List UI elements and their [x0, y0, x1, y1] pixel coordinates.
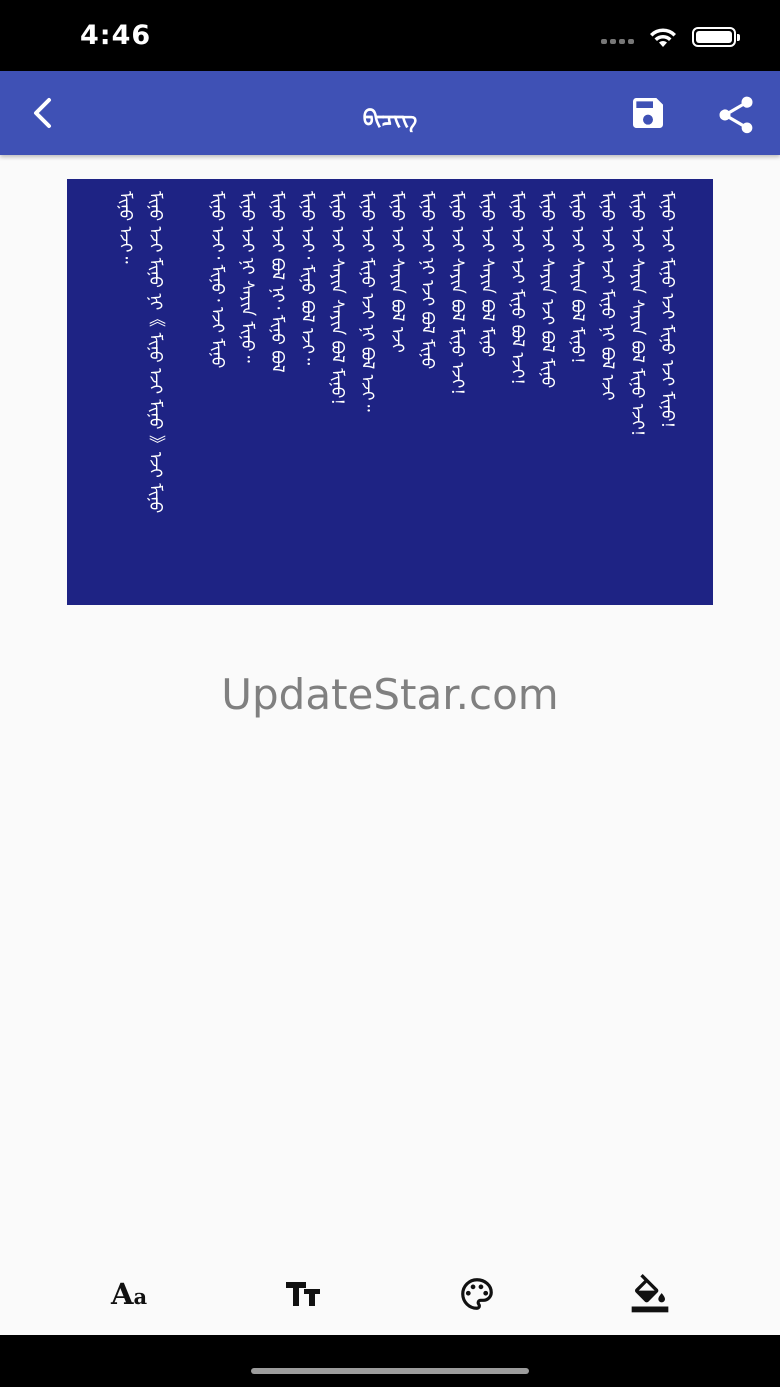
save-button[interactable] — [628, 93, 668, 133]
save-icon — [633, 98, 663, 128]
text-line: ᠮᠢᠨᠤ ᠡᠵᠢ ᠰᠠᠶᠢᠨ ᠪᠣᠯ ᠮᠢᠨᠤ ᠡᠵᠢ! — [447, 191, 467, 396]
app-bar: ᠪᠢᠴᠢᠭ᠌ — [0, 71, 780, 155]
fill-color-icon — [631, 1274, 669, 1313]
text-line: ᠮᠢᠨᠤ ᠡᠵᠢ ᠨᠢ ᠡᠵᠢ ᠪᠣᠯ ᠮᠢᠨᠤ — [417, 191, 437, 370]
text-line: ᠮᠢᠨᠤ ᠡᠵᠢ ᠡᠵᠢ ᠮᠢᠨᠤ ᠪᠣᠯ ᠡᠵᠢ! — [507, 191, 527, 386]
text-line: ᠮᠢᠨᠤ ᠡᠵᠢ᠂ ᠮᠢᠨᠤ᠂ ᠡᠵᠢ ᠮᠢᠨᠤ — [207, 191, 227, 369]
text-line: ᠮᠢᠨᠤ ᠡᠵᠢ ᠰᠠᠶᠢᠨ ᠪᠣᠯ ᠮᠢᠨᠤ — [477, 191, 497, 358]
back-arrow-icon — [34, 98, 51, 128]
text-preview-card[interactable]: ᠮᠢᠨᠤ ᠡᠵᠢ ᠮᠢᠨᠤ ᠡᠵᠢ ᠮᠢᠨᠤ ᠡᠵᠢ ᠮᠢᠨᠤ! ᠮᠢᠨᠤ ᠡᠵ… — [67, 179, 713, 605]
status-bar: 4:46 — [0, 0, 780, 71]
bottom-toolbar: Aa — [0, 1255, 780, 1335]
share-icon — [719, 96, 753, 134]
text-line: ᠮᠢᠨᠤ ᠡᠵᠢ᠂ ᠮᠢᠨᠤ ᠪᠣᠯ ᠡᠵᠢ᠃ — [297, 191, 317, 366]
text-line: ᠮᠢᠨᠤ ᠡᠵᠢ ᠡᠵᠢ ᠮᠢᠨᠤ ᠨᠢ ᠪᠣᠯ ᠡᠵᠢ — [597, 191, 617, 401]
font-button[interactable]: Aa — [99, 1270, 159, 1318]
status-indicators — [601, 24, 740, 50]
font-icon: Aa — [110, 1277, 148, 1311]
share-button[interactable] — [714, 93, 758, 137]
home-indicator[interactable] — [251, 1368, 529, 1374]
text-line: ᠮᠢᠨᠤ ᠡᠵᠢ ᠮᠢᠨᠤ ᠡᠵᠢ ᠨᠢ ᠪᠣᠯ ᠡᠵᠢ᠃ — [357, 191, 377, 412]
text-line: ᠮᠢᠨᠤ ᠡᠵᠢ ᠰᠠᠶᠢᠨ ᠪᠣᠯ ᠡᠵᠢ — [387, 191, 407, 353]
back-button[interactable] — [22, 91, 66, 135]
battery-icon — [692, 27, 740, 47]
wifi-icon — [650, 28, 676, 47]
text-size-button[interactable] — [273, 1270, 333, 1318]
status-time: 4:46 — [80, 20, 152, 51]
fill-color-button[interactable] — [620, 1270, 680, 1318]
text-line: ᠮᠢᠨᠤ ᠡᠵᠢ᠃ — [115, 191, 135, 264]
text-line: ᠮᠢᠨᠤ ᠡᠵᠢ ᠨᠢ ᠰᠠᠶᠢᠨ ᠮᠢᠨᠤ᠃ — [237, 191, 257, 363]
app-title: ᠪᠢᠴᠢᠭ᠌ — [362, 106, 418, 132]
palette-button[interactable] — [447, 1270, 507, 1318]
text-line: ᠮᠢᠨᠤ ᠡᠵᠢ ᠰᠠᠶᠢᠨ ᠰᠠᠶᠢᠨ ᠪᠣᠯ ᠮᠢᠨᠤ! — [327, 191, 347, 406]
mongolian-text: ᠮᠢᠨᠤ ᠡᠵᠢ ᠮᠢᠨᠤ ᠡᠵᠢ ᠮᠢᠨᠤ ᠡᠵᠢ ᠮᠢᠨᠤ! ᠮᠢᠨᠤ ᠡᠵ… — [113, 191, 679, 589]
text-line: ᠮᠢᠨᠤ ᠡᠵᠢ ᠰᠠᠶᠢᠨ ᠰᠠᠶᠢᠨ ᠪᠣᠯ ᠮᠢᠨᠤ ᠡᠵᠢ! — [627, 191, 647, 437]
watermark: UpdateStar.com — [221, 670, 559, 719]
text-size-icon — [286, 1282, 320, 1306]
system-nav-bar — [0, 1335, 780, 1387]
text-line: ᠮᠢᠨᠤ ᠡᠵᠢ ᠮᠢᠨᠤ ᠡᠵᠢ ᠮᠢᠨᠤ ᠡᠵᠢ ᠮᠢᠨᠤ! — [657, 191, 677, 429]
palette-icon — [461, 1278, 493, 1310]
text-line: ᠮᠢᠨᠤ ᠡᠵᠢ ᠮᠢᠨᠤ ᠨᠢ《 ᠮᠢᠨᠤ ᠡᠵᠢ ᠮᠢᠨᠤ 》ᠡᠵᠢ ᠮᠢᠨ… — [145, 191, 165, 514]
cellular-signal-icon — [601, 38, 634, 44]
text-line: ᠮᠢᠨᠤ ᠡᠵᠢ ᠰᠠᠶᠢᠨ ᠪᠣᠯ ᠮᠢᠨᠤ! — [567, 191, 587, 364]
text-line: ᠮᠢᠨᠤ ᠡᠵᠢ ᠪᠣᠯ ᠨᠢ᠂ ᠮᠢᠨᠤ ᠪᠣᠯ — [267, 191, 287, 373]
text-line: ᠮᠢᠨᠤ ᠡᠵᠢ ᠰᠠᠶᠢᠨ ᠡᠵᠢ ᠪᠣᠯ ᠮᠢᠨᠤ — [537, 191, 557, 389]
